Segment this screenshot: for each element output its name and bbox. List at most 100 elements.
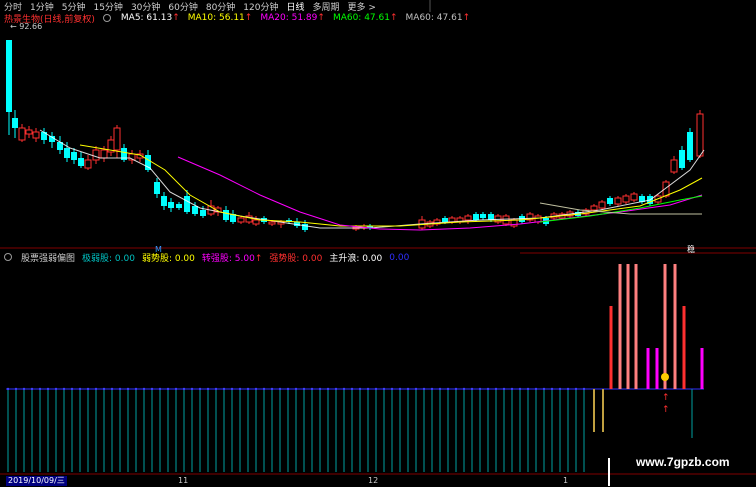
indicator-dot (438, 387, 442, 391)
indicator-dot (126, 387, 130, 391)
indicator-dot (334, 387, 338, 391)
indicator-dot (286, 387, 290, 391)
indicator-dot (542, 387, 546, 391)
indicator-dot (102, 387, 106, 391)
indicator-dot (278, 387, 282, 391)
indicator-dot (422, 387, 426, 391)
signal-up-arrow-icon: ↑ (662, 405, 670, 415)
indicator-dot (406, 387, 410, 391)
indicator-dot (246, 387, 250, 391)
indicator-dot (518, 387, 522, 391)
indicator-dot (166, 387, 170, 391)
indicator-dot (582, 387, 586, 391)
candle-body-up (25, 129, 33, 135)
indicator-dot (142, 387, 146, 391)
indicator-dot (454, 387, 458, 391)
indicator-dot (366, 387, 370, 391)
indicator-dot (254, 387, 258, 391)
axis-tick-dec: 12 (368, 476, 379, 485)
indicator-dot (22, 387, 26, 391)
indicator-dot (510, 387, 514, 391)
indicator-dot (262, 387, 266, 391)
indicator-dot (62, 387, 66, 391)
candle-body-up (252, 219, 260, 225)
indicator-dot (462, 387, 466, 391)
indicator-dot (158, 387, 162, 391)
indicator-dot (78, 387, 82, 391)
candle-body-down (176, 204, 182, 208)
candle-body-up (84, 159, 92, 169)
indicator-dot (430, 387, 434, 391)
axis-tick-nov: 11 (178, 476, 189, 485)
indicator-dot (358, 387, 362, 391)
indicator-dot (38, 387, 42, 391)
candle-body-down (200, 210, 206, 216)
candle-body-down (78, 158, 84, 166)
candle-body-up (100, 149, 108, 159)
watermark-text: www.7gpzb.com (636, 455, 730, 469)
indicator-dot (230, 387, 234, 391)
indicator-dot (398, 387, 402, 391)
candle-body-up (630, 193, 638, 201)
candle-body-up (464, 215, 472, 221)
indicator-dot (70, 387, 74, 391)
indicator-dot (206, 387, 210, 391)
candle-body-up (614, 197, 622, 205)
cursor-date-label: 2019/10/09/三 (6, 476, 67, 486)
kline-chart[interactable]: ↑ ↑ M 稳 (0, 0, 756, 487)
candle-body-up (598, 201, 606, 209)
signal-up-arrow-icon: ↑ (662, 393, 670, 403)
indicator-dot (190, 387, 194, 391)
indicator-dot (294, 387, 298, 391)
indicator-dot (526, 387, 530, 391)
indicator-dot (414, 387, 418, 391)
indicator-dot (270, 387, 274, 391)
candle-body-down (71, 152, 77, 160)
candle-body-down (192, 206, 198, 214)
indicator-dot (54, 387, 58, 391)
indicator-dot (302, 387, 306, 391)
indicator-dot (566, 387, 570, 391)
signal-coin-icon (661, 373, 669, 381)
candle-body-up (92, 149, 100, 161)
indicator-dot (374, 387, 378, 391)
candle-body-up (622, 195, 630, 203)
indicator-dot (310, 387, 314, 391)
indicator-dot (494, 387, 498, 391)
indicator-dot (134, 387, 138, 391)
candle-body-down (6, 40, 12, 112)
marker-m: M (155, 245, 162, 254)
candle-body-up (670, 159, 678, 173)
candle-body-down (607, 198, 613, 204)
indicator-dot (238, 387, 242, 391)
indicator-dot (382, 387, 386, 391)
candle-body-up (32, 131, 40, 139)
candle-body-up (237, 217, 245, 223)
marker-wen: 稳 (687, 244, 695, 254)
indicator-dot (390, 387, 394, 391)
indicator-dot (550, 387, 554, 391)
indicator-dot (534, 387, 538, 391)
candle-body-down (473, 214, 479, 220)
indicator-dot (46, 387, 50, 391)
indicator-dot (502, 387, 506, 391)
indicator-dot (486, 387, 490, 391)
indicator-dot (30, 387, 34, 391)
indicator-dot (470, 387, 474, 391)
indicator-dot (182, 387, 186, 391)
indicator-dot (558, 387, 562, 391)
indicator-dot (318, 387, 322, 391)
axis-tick-jan: 1 (563, 476, 569, 485)
indicator-dot (110, 387, 114, 391)
candle-body-down (442, 218, 448, 222)
indicator-dot (118, 387, 122, 391)
candle-body-up (18, 127, 26, 141)
candle-body-down (223, 210, 229, 220)
candle-body-down (161, 196, 167, 206)
indicator-dot (94, 387, 98, 391)
candle-body-down (184, 196, 190, 212)
candle-body-up (590, 205, 598, 211)
indicator-dot (14, 387, 18, 391)
indicator-dot (350, 387, 354, 391)
indicator-dot (478, 387, 482, 391)
